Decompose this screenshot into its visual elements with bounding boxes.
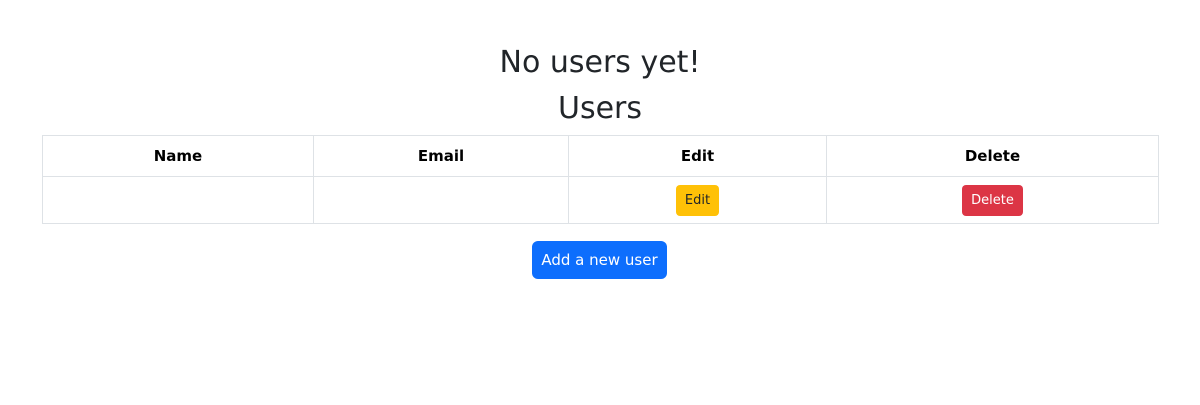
add-user-button[interactable]: Add a new user (532, 241, 667, 279)
table-body: Edit Delete (42, 176, 1159, 224)
cell-delete: Delete (826, 176, 1159, 224)
cell-name (42, 176, 314, 224)
column-header-edit: Edit (568, 135, 827, 177)
delete-button[interactable]: Delete (962, 184, 1023, 216)
users-page: No users yet! Users Name Email Edit Dele… (0, 0, 1200, 405)
cell-edit: Edit (568, 176, 827, 224)
table-header: Name Email Edit Delete (42, 135, 1159, 177)
cell-email (313, 176, 569, 224)
column-header-name: Name (42, 135, 314, 177)
edit-button[interactable]: Edit (675, 184, 720, 216)
table-header-row: Name Email Edit Delete (42, 135, 1159, 177)
table-row: Edit Delete (42, 176, 1159, 224)
column-header-email: Email (313, 135, 569, 177)
empty-state-message: No users yet! (499, 45, 701, 80)
page-title: Users (557, 91, 642, 126)
users-table: Name Email Edit Delete Edit Delete (42, 135, 1159, 224)
column-header-delete: Delete (826, 135, 1159, 177)
